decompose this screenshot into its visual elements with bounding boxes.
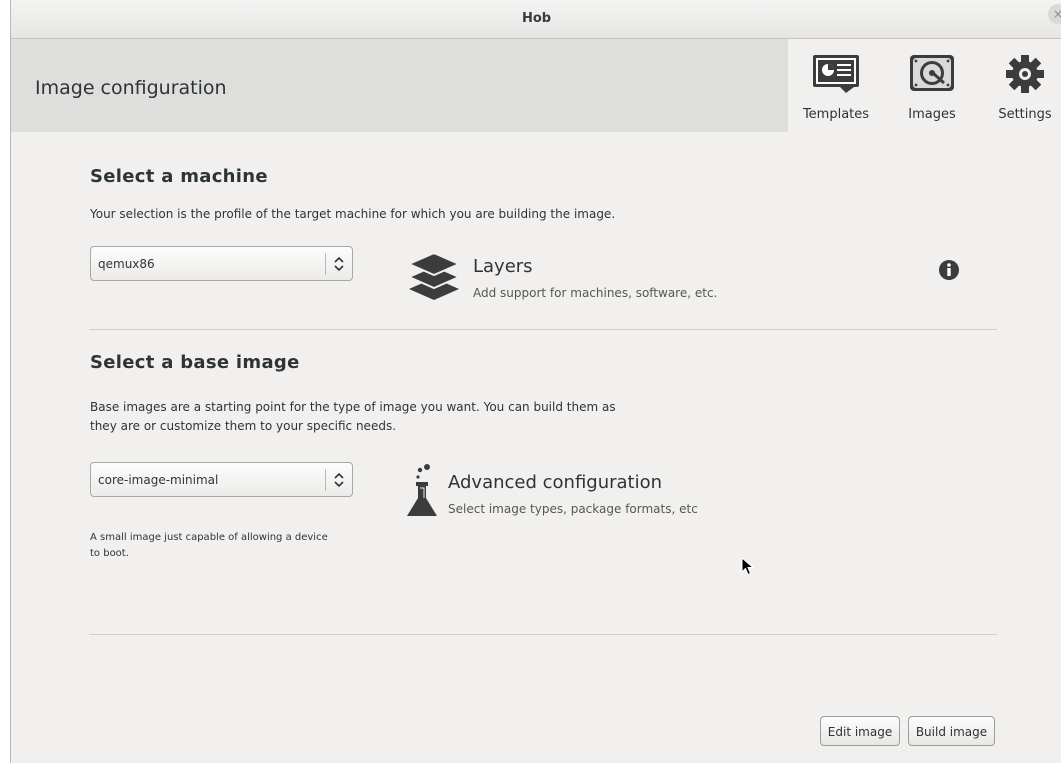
base-image-description-2: they are or customize them to your speci… (90, 419, 397, 433)
mouse-pointer-icon (741, 556, 755, 581)
advanced-subtitle: Select image types, package formats, etc (448, 502, 698, 516)
layers-title[interactable]: Layers (473, 256, 533, 277)
divider-top (89, 329, 997, 330)
divider-bottom (89, 634, 997, 635)
advanced-title[interactable]: Advanced configuration (448, 472, 662, 493)
base-image-note-line2: to boot. (90, 548, 129, 559)
templates-icon (810, 53, 862, 99)
app-window: Hob × Image configuration Templ (10, 0, 1061, 763)
hard-disk-icon (906, 53, 958, 99)
settings-button[interactable]: Settings (988, 39, 1061, 132)
toolbar: Templates Images Settings (788, 39, 1061, 132)
layers-icon[interactable] (406, 250, 462, 304)
templates-button[interactable]: Templates (795, 39, 877, 132)
machine-description: Your selection is the profile of the tar… (90, 207, 616, 221)
layers-subtitle: Add support for machines, software, etc. (473, 286, 718, 300)
close-icon[interactable]: × (1048, 4, 1061, 24)
updown-arrows-icon (334, 256, 344, 272)
header-band: Image configuration (11, 39, 788, 132)
flask-icon[interactable] (404, 464, 440, 524)
combo-divider (325, 253, 326, 275)
base-image-note: A small image just capable of allowing a… (90, 530, 370, 562)
templates-label: Templates (802, 107, 870, 122)
machine-select-value: qemux86 (98, 257, 155, 271)
base-image-select-value: core-image-minimal (98, 473, 219, 487)
window-title: Hob (521, 11, 552, 26)
title-bar[interactable]: Hob × (11, 0, 1061, 39)
page-title: Image configuration (35, 77, 227, 99)
build-image-button[interactable]: Build image (908, 716, 995, 746)
gear-icon (1003, 53, 1047, 99)
base-image-note-line1: A small image just capable of allowing a… (90, 532, 328, 543)
machine-heading: Select a machine (90, 166, 268, 187)
images-label: Images (908, 107, 956, 122)
machine-select[interactable]: qemux86 (90, 246, 353, 281)
edit-image-button[interactable]: Edit image (820, 716, 900, 746)
base-image-select[interactable]: core-image-minimal (90, 462, 353, 497)
info-icon[interactable] (938, 259, 960, 285)
settings-label: Settings (998, 107, 1052, 122)
base-image-description-1: Base images are a starting point for the… (90, 400, 616, 414)
base-image-heading: Select a base image (90, 352, 300, 373)
images-button[interactable]: Images (891, 39, 973, 132)
combo-divider (325, 469, 326, 491)
updown-arrows-icon (334, 472, 344, 488)
